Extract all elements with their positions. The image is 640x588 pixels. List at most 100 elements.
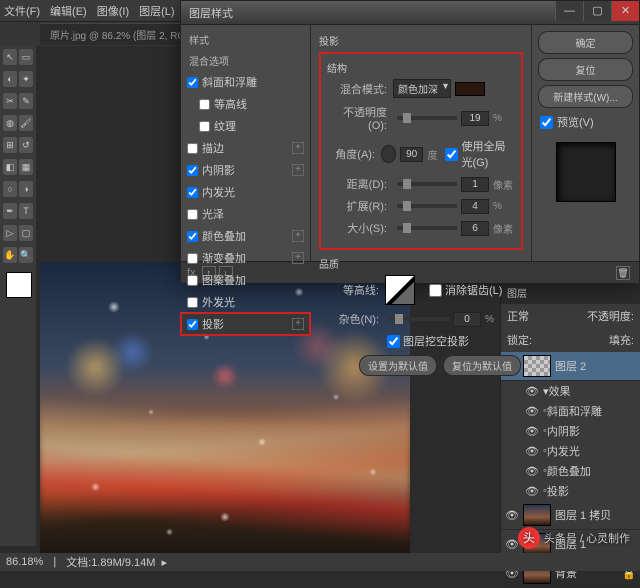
add-icon[interactable]: +: [292, 318, 304, 330]
distance-label: 距离(D):: [327, 176, 387, 192]
angle-dial[interactable]: [381, 145, 396, 163]
fx-drop-shadow[interactable]: 👁◦ 投影: [525, 481, 640, 501]
gradient-overlay-checkbox[interactable]: [187, 253, 198, 264]
marquee-tool[interactable]: ▭: [19, 49, 33, 65]
layer-thumb[interactable]: [523, 504, 551, 526]
wand-tool[interactable]: ✦: [19, 71, 33, 87]
stroke-checkbox[interactable]: [187, 143, 198, 154]
style-inner-shadow[interactable]: 内阴影+: [181, 159, 310, 181]
style-outer-glow[interactable]: 外发光: [181, 291, 310, 313]
minimize-button[interactable]: —: [555, 1, 583, 21]
menu-file[interactable]: 文件(F): [4, 3, 40, 19]
style-contour[interactable]: 等高线: [181, 93, 310, 115]
menu-image[interactable]: 图像(I): [97, 3, 129, 19]
opacity-input[interactable]: 19: [461, 111, 489, 126]
knockout-checkbox[interactable]: 图层挖空投影: [387, 333, 469, 349]
path-tool[interactable]: ▷: [3, 225, 17, 241]
dialog-titlebar[interactable]: 图层样式 — ▢ ✕: [181, 1, 639, 25]
trash-icon[interactable]: 🗑: [616, 266, 630, 280]
pattern-overlay-checkbox[interactable]: [187, 275, 198, 286]
style-texture[interactable]: 纹理: [181, 115, 310, 137]
zoom-value[interactable]: 86.18%: [6, 556, 43, 568]
effects-header[interactable]: 👁▾ 效果: [525, 381, 640, 401]
close-button[interactable]: ✕: [611, 1, 639, 21]
texture-checkbox[interactable]: [199, 121, 210, 132]
dodge-tool[interactable]: ◑: [19, 181, 33, 197]
distance-input[interactable]: 1: [461, 177, 489, 192]
foreground-color[interactable]: [6, 272, 32, 298]
noise-slider[interactable]: [389, 317, 449, 321]
fx-inner-glow[interactable]: 👁◦ 内发光: [525, 441, 640, 461]
style-stroke[interactable]: 描边+: [181, 137, 310, 159]
hand-tool[interactable]: ✋: [3, 247, 17, 263]
contour-checkbox[interactable]: [199, 99, 210, 110]
new-style-button[interactable]: 新建样式(W)...: [538, 85, 633, 108]
inner-shadow-checkbox[interactable]: [187, 165, 198, 176]
add-icon[interactable]: +: [292, 230, 304, 242]
contour-label: 等高线:: [319, 282, 379, 298]
shape-tool[interactable]: ▢: [19, 225, 33, 241]
preview-checkbox[interactable]: 预览(V): [538, 112, 633, 132]
blend-mode-select[interactable]: 颜色加深: [393, 79, 451, 98]
eraser-tool[interactable]: ◧: [3, 159, 17, 175]
distance-slider[interactable]: [397, 182, 457, 186]
style-satin[interactable]: 光泽: [181, 203, 310, 225]
menu-edit[interactable]: 编辑(E): [50, 3, 87, 19]
styles-header[interactable]: 样式: [181, 29, 310, 50]
style-gradient-overlay[interactable]: 渐变叠加+: [181, 247, 310, 269]
spread-input[interactable]: 4: [461, 199, 489, 214]
stamp-tool[interactable]: ⊞: [3, 137, 17, 153]
ok-button[interactable]: 确定: [538, 31, 633, 54]
add-icon[interactable]: +: [292, 164, 304, 176]
eyedropper-tool[interactable]: ✎: [19, 93, 33, 109]
inner-glow-checkbox[interactable]: [187, 187, 198, 198]
blur-tool[interactable]: ○: [3, 181, 17, 197]
shadow-color-swatch[interactable]: [455, 82, 485, 96]
fx-inner-shadow[interactable]: 👁◦ 内阴影: [525, 421, 640, 441]
opacity-slider[interactable]: [397, 116, 457, 120]
style-color-overlay[interactable]: 颜色叠加+: [181, 225, 310, 247]
contour-picker[interactable]: [385, 275, 415, 305]
chevron-icon[interactable]: ▸: [161, 556, 167, 569]
add-icon[interactable]: +: [292, 142, 304, 154]
spread-slider[interactable]: [397, 204, 457, 208]
style-drop-shadow[interactable]: 投影+: [181, 313, 310, 335]
history-tool[interactable]: ↺: [19, 137, 33, 153]
gradient-tool[interactable]: ▦: [19, 159, 33, 175]
dialog-title: 图层样式: [189, 5, 233, 21]
pen-tool[interactable]: ✒: [3, 203, 17, 219]
reset-default-button[interactable]: 复位为默认值: [443, 355, 521, 376]
blend-options-header[interactable]: 混合选项: [181, 50, 310, 71]
noise-input[interactable]: 0: [453, 312, 481, 327]
type-tool[interactable]: T: [19, 203, 33, 219]
global-light-checkbox[interactable]: 使用全局光(G): [445, 138, 515, 170]
layer-style-dialog: 图层样式 — ▢ ✕ 样式 混合选项 斜面和浮雕 等高线 纹理 描边+ 内阴影+…: [180, 0, 640, 282]
maximize-button[interactable]: ▢: [583, 1, 611, 21]
size-slider[interactable]: [397, 226, 457, 230]
menu-layer[interactable]: 图层(L): [139, 3, 174, 19]
zoom-tool[interactable]: 🔍: [19, 247, 33, 263]
move-tool[interactable]: ↖: [3, 49, 17, 65]
drop-shadow-checkbox[interactable]: [187, 319, 198, 330]
antialias-checkbox[interactable]: 消除锯齿(L): [429, 282, 502, 298]
crop-tool[interactable]: ✂: [3, 93, 17, 109]
fx-bevel[interactable]: 👁◦ 斜面和浮雕: [525, 401, 640, 421]
lasso-tool[interactable]: ◐: [3, 71, 17, 87]
size-input[interactable]: 6: [461, 221, 489, 236]
layer-thumb[interactable]: [523, 355, 551, 377]
color-overlay-checkbox[interactable]: [187, 231, 198, 242]
fx-color-overlay[interactable]: 👁◦ 颜色叠加: [525, 461, 640, 481]
add-icon[interactable]: +: [292, 252, 304, 264]
outer-glow-checkbox[interactable]: [187, 297, 198, 308]
cancel-button[interactable]: 复位: [538, 58, 633, 81]
style-bevel[interactable]: 斜面和浮雕: [181, 71, 310, 93]
bevel-checkbox[interactable]: [187, 77, 198, 88]
make-default-button[interactable]: 设置为默认值: [359, 355, 437, 376]
brush-tool[interactable]: 🖌: [19, 115, 33, 131]
angle-input[interactable]: 90: [400, 147, 424, 162]
visibility-icon[interactable]: 👁: [505, 509, 519, 522]
style-pattern-overlay[interactable]: 图案叠加: [181, 269, 310, 291]
style-inner-glow[interactable]: 内发光: [181, 181, 310, 203]
heal-tool[interactable]: ◍: [3, 115, 17, 131]
satin-checkbox[interactable]: [187, 209, 198, 220]
